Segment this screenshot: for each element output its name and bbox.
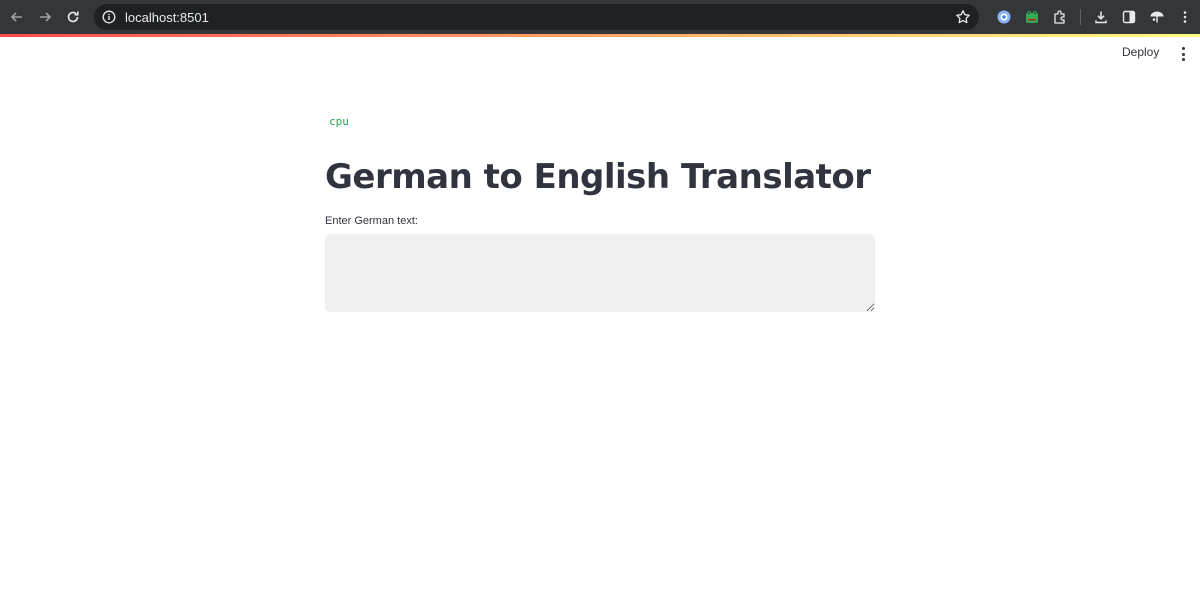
toolbar-divider [1080, 9, 1081, 25]
german-text-input[interactable] [325, 234, 875, 312]
kebab-dot [1181, 52, 1185, 56]
address-bar[interactable]: localhost:8501 [94, 4, 979, 30]
profile-button[interactable] [1143, 4, 1171, 30]
arrow-right-icon [40, 12, 52, 22]
german-text-label: Enter German text: [325, 215, 418, 227]
star-icon[interactable] [955, 9, 971, 25]
forward-button[interactable] [31, 3, 59, 31]
header-decoration-bar [0, 34, 1200, 37]
reload-button[interactable] [59, 3, 87, 31]
main-menu-button[interactable] [1176, 46, 1190, 62]
reload-icon [67, 11, 79, 23]
side-panel-button[interactable] [1115, 4, 1143, 30]
download-icon [1095, 11, 1107, 24]
extension-globe-icon [997, 10, 1011, 24]
extension-button[interactable] [1018, 4, 1046, 30]
side-panel-icon [1122, 10, 1136, 24]
page-title: German to English Translator [325, 157, 871, 197]
kebab-dot [1181, 58, 1185, 61]
browser-menu-button[interactable] [1171, 4, 1199, 30]
back-button[interactable] [3, 3, 31, 31]
extensions-button[interactable] [1046, 4, 1074, 30]
extension-frog-icon [1026, 11, 1038, 23]
profile-icon [1150, 11, 1164, 23]
browser-toolbar: localhost:8501 [0, 0, 1200, 34]
kebab-dot [1181, 47, 1185, 50]
kebab-menu-icon [1183, 11, 1187, 23]
info-icon[interactable] [102, 10, 116, 24]
extensions-area [990, 4, 1199, 30]
downloads-button[interactable] [1087, 4, 1115, 30]
device-indicator: cpu [329, 115, 349, 128]
deploy-button[interactable]: Deploy [1122, 45, 1159, 63]
puzzle-icon [1054, 10, 1065, 24]
arrow-left-icon [10, 12, 22, 22]
url-text: localhost:8501 [125, 9, 209, 25]
extension-button[interactable] [990, 4, 1018, 30]
